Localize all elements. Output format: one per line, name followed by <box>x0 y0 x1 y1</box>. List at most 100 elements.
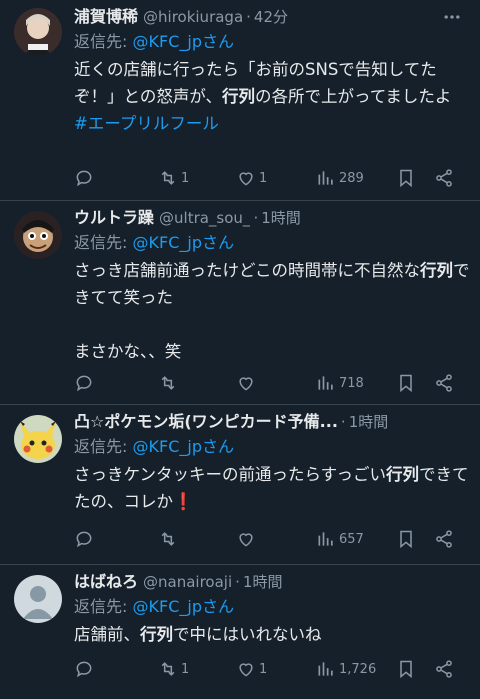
avatar[interactable] <box>14 575 62 623</box>
replying-to: 返信先: @KFC_jpさん <box>74 595 470 619</box>
replying-to: 返信先: @KFC_jpさん <box>74 435 470 459</box>
timestamp[interactable]: 1時間 <box>243 571 283 593</box>
tweet-text-highlight: 行列 <box>222 87 256 106</box>
views-icon <box>318 532 333 546</box>
tweet[interactable]: 浦賀博稀 @hirokiuraga · 42分 返信先: @KFC_jpさん 近… <box>0 0 480 201</box>
tweet-text-part: で中にはいれないね <box>173 625 322 644</box>
views-count: 657 <box>339 531 364 547</box>
tweet-text: さっき店舗前通ったけどこの時間帯に不自然な行列できてて笑った まさかな、、笑 <box>74 257 470 365</box>
views-count: 289 <box>339 170 364 186</box>
bookmark-button[interactable] <box>396 373 416 393</box>
bookmark-icon <box>400 660 412 679</box>
reply-icon <box>76 170 92 187</box>
bookmark-button[interactable] <box>396 659 416 679</box>
share-button[interactable] <box>434 373 454 393</box>
timestamp[interactable]: 42分 <box>254 6 288 28</box>
tweet-text-part: 店舗前、 <box>74 625 140 644</box>
mention-link[interactable]: @KFC_jpさん <box>133 233 234 252</box>
display-name[interactable]: 浦賀博稀 <box>74 6 138 28</box>
hashtag-link[interactable]: #エープリルフール <box>74 110 470 137</box>
retweet-icon <box>161 376 175 390</box>
tweet[interactable]: はばねろ @nanairoaji · 1時間 返信先: @KFC_jpさん 店舗… <box>0 565 480 699</box>
replying-label: 返信先: <box>74 597 128 616</box>
reply-button[interactable] <box>74 373 94 393</box>
tweet-text-part: さっき店舗前通ったけどこの時間帯に不自然な <box>74 261 421 280</box>
tweet[interactable]: ウルトラ躁 @ultra_sou_ · 1時間 返信先: @KFC_jpさん さ… <box>0 201 480 405</box>
bookmark-icon <box>400 169 412 188</box>
like-button[interactable] <box>236 529 256 549</box>
views-icon <box>318 171 333 185</box>
avatar[interactable] <box>14 211 62 259</box>
action-bar: 1 1 289 <box>74 166 470 190</box>
bookmark-icon <box>400 530 412 549</box>
display-name[interactable]: 凸☆ポケモン垢(ワンピカード予備... <box>74 411 338 433</box>
share-button[interactable] <box>434 659 454 679</box>
like-button[interactable]: 1 <box>236 168 267 188</box>
avatar[interactable] <box>14 8 62 56</box>
reply-icon <box>76 531 92 548</box>
tweet-text-part: さっきケンタッキーの前通ったらすっごい <box>74 465 387 484</box>
separator-dot: · <box>340 413 346 431</box>
like-count: 1 <box>259 661 268 677</box>
heart-icon <box>239 533 253 547</box>
views-button[interactable]: 657 <box>316 529 364 549</box>
retweet-button[interactable] <box>158 529 178 549</box>
mention-link[interactable]: @KFC_jpさん <box>133 32 234 51</box>
like-count: 1 <box>259 170 268 186</box>
user-handle[interactable]: @hirokiuraga <box>143 6 243 28</box>
tweet[interactable]: 凸☆ポケモン垢(ワンピカード予備... · 1時間 返信先: @KFC_jpさん… <box>0 405 480 565</box>
tweet-text-part: の各所で上がってましたよ <box>255 87 452 106</box>
tweet-text-highlight: 行列 <box>140 625 173 644</box>
timestamp[interactable]: 1時間 <box>349 411 389 433</box>
views-count: 1,726 <box>339 661 377 677</box>
share-icon <box>436 660 452 678</box>
share-icon <box>436 169 452 187</box>
mention-link[interactable]: @KFC_jpさん <box>133 597 234 616</box>
bookmark-button[interactable] <box>396 168 416 188</box>
more-options-icon[interactable] <box>438 6 466 28</box>
action-bar: 1 1 1,726 <box>74 657 470 681</box>
user-handle[interactable]: @nanairoaji <box>143 571 232 593</box>
avatar[interactable] <box>14 415 62 463</box>
share-button[interactable] <box>434 529 454 549</box>
timestamp[interactable]: 1時間 <box>261 207 301 229</box>
retweet-icon <box>161 532 175 546</box>
like-button[interactable] <box>236 373 256 393</box>
display-name[interactable]: はばねろ <box>74 571 138 593</box>
heart-icon <box>239 663 253 677</box>
bookmark-button[interactable] <box>396 529 416 549</box>
replying-label: 返信先: <box>74 233 128 252</box>
views-button[interactable]: 1,726 <box>316 659 376 679</box>
retweet-button[interactable]: 1 <box>158 659 189 679</box>
tweet-header: ウルトラ躁 @ultra_sou_ · 1時間 <box>74 207 470 229</box>
views-icon <box>318 376 333 390</box>
heart-icon <box>239 172 253 186</box>
retweet-count: 1 <box>181 170 190 186</box>
share-button[interactable] <box>434 168 454 188</box>
separator-dot: · <box>253 209 259 227</box>
user-handle[interactable]: @ultra_sou_ <box>159 207 250 229</box>
reply-button[interactable] <box>74 659 94 679</box>
display-name[interactable]: ウルトラ躁 <box>74 207 154 229</box>
tweet-header: 浦賀博稀 @hirokiuraga · 42分 <box>74 6 470 28</box>
retweet-icon <box>161 171 175 185</box>
like-button[interactable]: 1 <box>236 659 267 679</box>
reply-button[interactable] <box>74 529 94 549</box>
share-icon <box>436 374 452 392</box>
action-bar: 657 <box>74 527 470 551</box>
tweet-text: 近くの店舗に行ったら「お前のSNSで告知してたぞ！」との怒声が、行列の各所で上が… <box>74 56 470 137</box>
separator-dot: · <box>235 573 240 591</box>
tweet-header: 凸☆ポケモン垢(ワンピカード予備... · 1時間 <box>74 411 470 433</box>
mention-link[interactable]: @KFC_jpさん <box>133 437 234 456</box>
retweet-button[interactable] <box>158 373 178 393</box>
tweet-text-highlight: 行列 <box>386 465 420 484</box>
reply-button[interactable] <box>74 168 94 188</box>
views-button[interactable]: 289 <box>316 168 364 188</box>
retweet-button[interactable]: 1 <box>158 168 189 188</box>
heart-icon <box>239 377 253 391</box>
action-bar: 718 <box>74 371 470 395</box>
retweet-icon <box>161 662 175 676</box>
separator-dot: · <box>246 8 251 26</box>
views-button[interactable]: 718 <box>316 373 364 393</box>
retweet-count: 1 <box>181 661 190 677</box>
